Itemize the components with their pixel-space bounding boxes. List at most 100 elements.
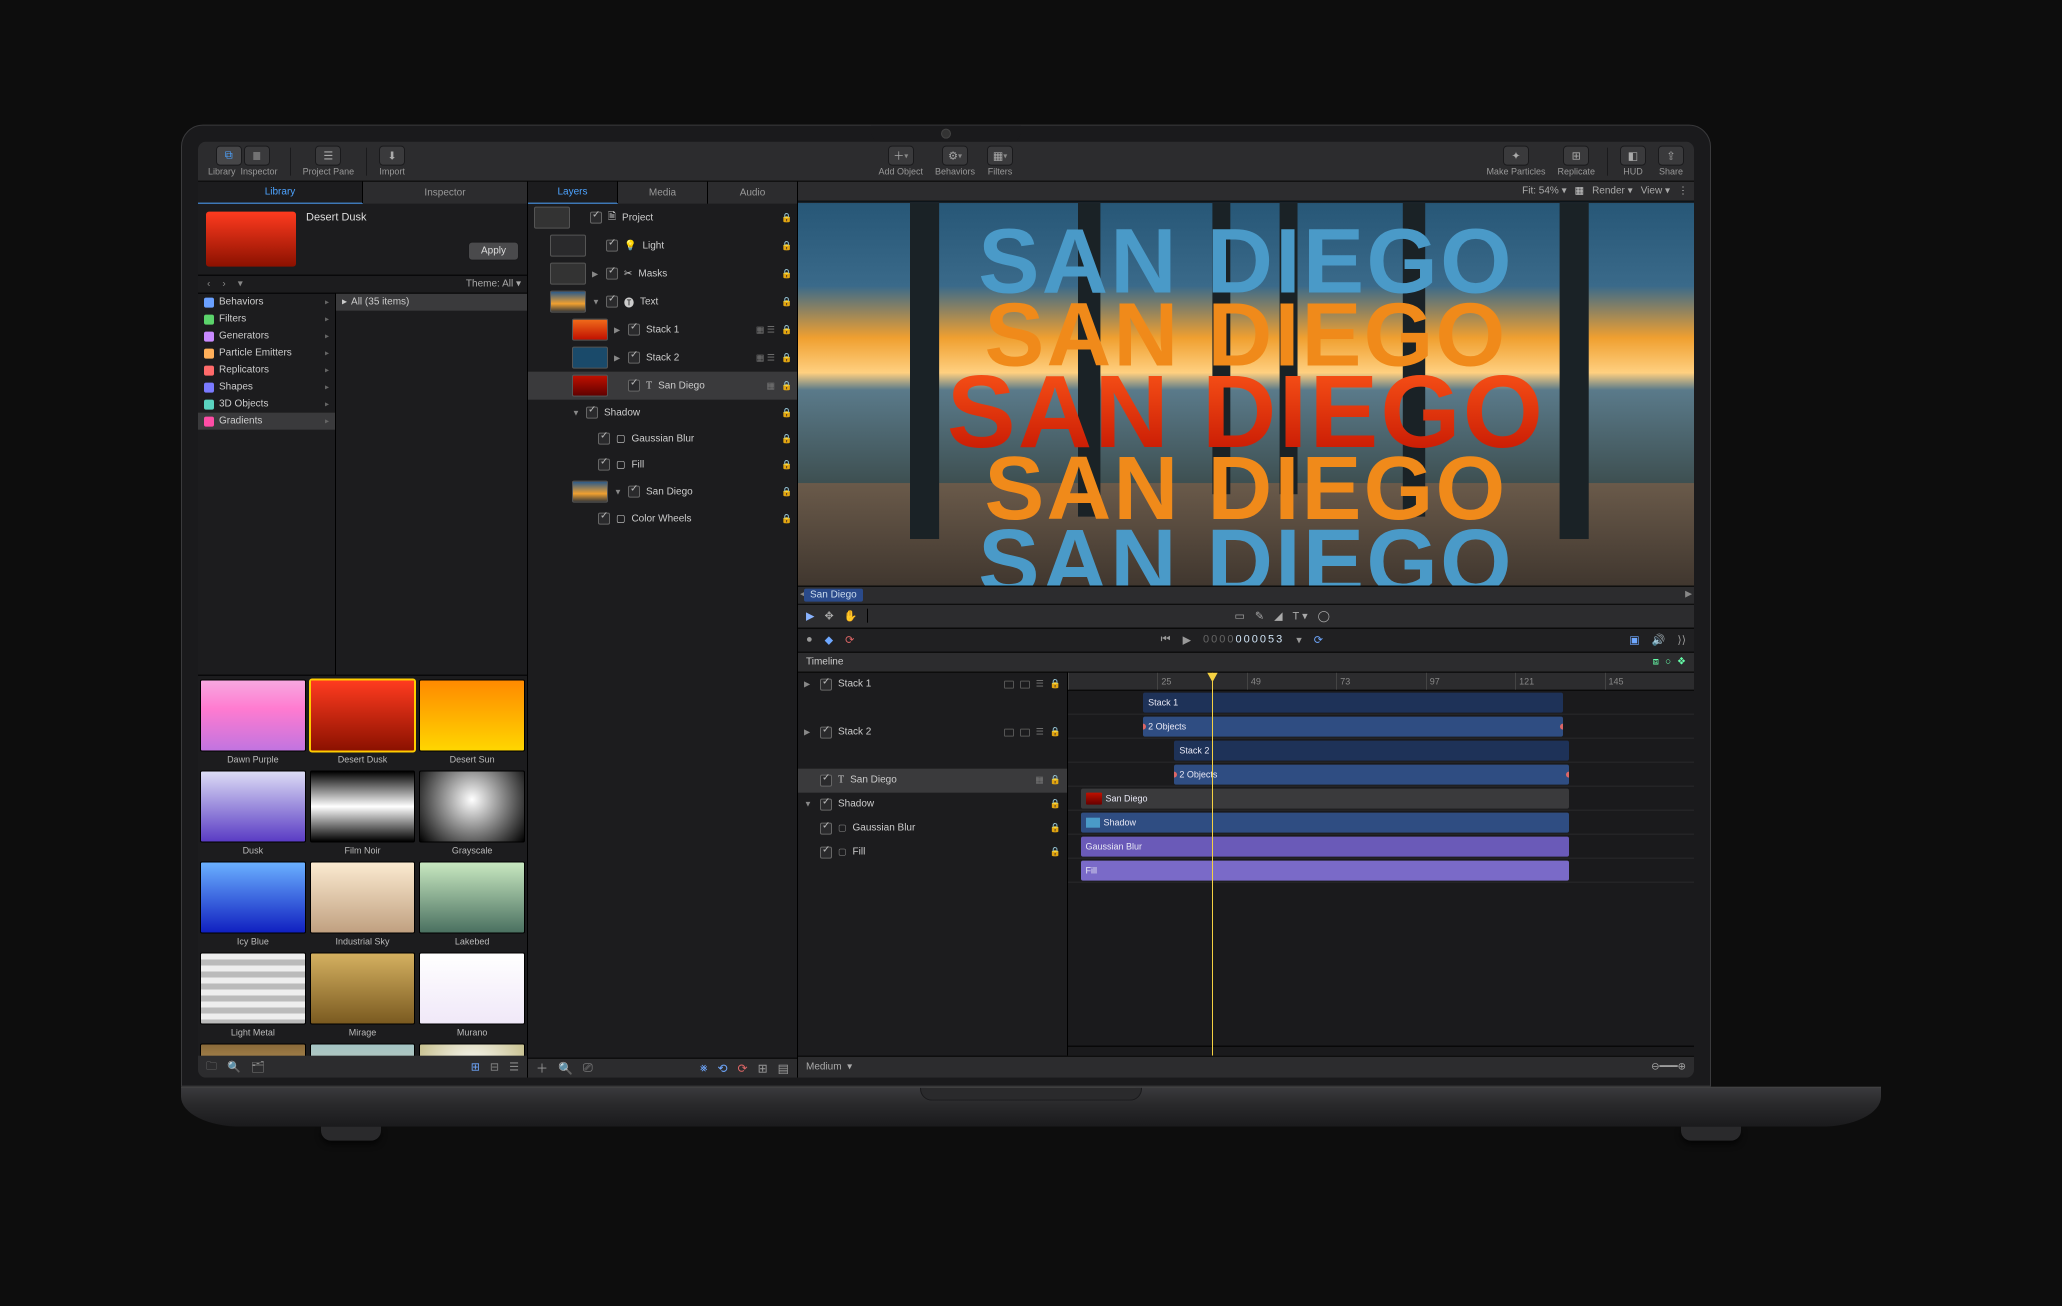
lock-icon[interactable]: 🔒 bbox=[781, 380, 791, 391]
tab-audio[interactable]: Audio bbox=[708, 182, 797, 204]
keyframe-icon[interactable]: ◆ bbox=[825, 633, 833, 646]
rect-tool-icon[interactable]: ▭ bbox=[1234, 609, 1244, 622]
visibility-checkbox[interactable] bbox=[628, 352, 640, 364]
track-visibility-checkbox[interactable] bbox=[820, 846, 832, 858]
swatch-icy-blue[interactable]: Icy Blue bbox=[198, 857, 308, 948]
stack-icon[interactable]: 🗂 bbox=[251, 1060, 265, 1073]
track-shadow[interactable]: ▼Shadow🔒 bbox=[798, 792, 1067, 816]
tl-snap-icon[interactable]: ❖ bbox=[1677, 656, 1686, 667]
category-gradients[interactable]: Gradients▸ bbox=[198, 413, 335, 430]
pan-tool-icon[interactable]: ✋ bbox=[844, 609, 858, 622]
lock-icon[interactable]: 🔒 bbox=[781, 513, 791, 524]
layer-row-stack-2[interactable]: ▶Stack 2▦ ☰🔒 bbox=[528, 344, 797, 372]
view-dropdown[interactable]: View ▾ bbox=[1641, 186, 1670, 197]
category-behaviors[interactable]: Behaviors▸ bbox=[198, 294, 335, 311]
track-visibility-checkbox[interactable] bbox=[820, 774, 832, 786]
clip-gaussian-blur[interactable]: Gaussian Blur bbox=[1081, 836, 1569, 856]
visibility-checkbox[interactable] bbox=[628, 380, 640, 392]
text-tool-icon[interactable]: T ▾ bbox=[1293, 609, 1308, 622]
category-filters[interactable]: Filters▸ bbox=[198, 311, 335, 328]
visibility-checkbox[interactable] bbox=[628, 324, 640, 336]
tab-library[interactable]: Library bbox=[198, 182, 363, 204]
tab-layers[interactable]: Layers bbox=[528, 182, 618, 204]
category-shapes[interactable]: Shapes▸ bbox=[198, 379, 335, 396]
timecode[interactable]: 0000000053 bbox=[1203, 634, 1284, 646]
visibility-checkbox[interactable] bbox=[598, 459, 610, 471]
hud-icon[interactable]: ▣ bbox=[1629, 633, 1639, 646]
visibility-checkbox[interactable] bbox=[606, 296, 618, 308]
tc-menu-icon[interactable]: ▾ bbox=[1296, 633, 1302, 646]
swatch-light-metal[interactable]: Light Metal bbox=[198, 948, 308, 1039]
lock-icon[interactable]: 🔒 bbox=[781, 268, 791, 279]
mask-tool-icon[interactable]: ◢ bbox=[1274, 609, 1282, 622]
add-object-button[interactable]: ＋ bbox=[888, 146, 914, 166]
clip-stack-2[interactable]: Stack 2 bbox=[1174, 740, 1568, 760]
make-particles-button[interactable]: ✦ bbox=[1503, 146, 1529, 166]
timeline-ruler[interactable]: 25497397121145 bbox=[1068, 672, 1694, 690]
hud-button[interactable]: ◧ bbox=[1620, 146, 1646, 166]
import-button[interactable]: ⬇ bbox=[379, 146, 405, 166]
tl-keyframes-icon[interactable]: ⧈ bbox=[1653, 656, 1659, 667]
pen-tool-icon[interactable]: ✎ bbox=[1255, 609, 1264, 622]
render-dropdown[interactable]: Render ▾ bbox=[1592, 186, 1633, 197]
clip-2-objects[interactable]: 2 Objects bbox=[1143, 716, 1562, 736]
inspector-toggle-button[interactable]: ≣ bbox=[244, 146, 270, 166]
swatch-murano[interactable]: Murano bbox=[417, 948, 527, 1039]
layer-row-masks[interactable]: ▶✂Masks🔒 bbox=[528, 260, 797, 288]
swatch-oak[interactable]: Oak bbox=[198, 1039, 308, 1056]
layers-filter-icon[interactable]: ⎚ bbox=[583, 1061, 593, 1076]
nav-path-icon[interactable]: ▾ bbox=[235, 279, 246, 290]
timeline-scrollbar[interactable] bbox=[1068, 1046, 1694, 1056]
layer-row-fill[interactable]: ▢Fill🔒 bbox=[528, 452, 797, 478]
goto-start-icon[interactable]: ⏮ bbox=[1161, 633, 1171, 646]
select-tool-icon[interactable]: ▶ bbox=[806, 609, 814, 622]
track-san-diego[interactable]: TSan Diego▦🔒 bbox=[798, 768, 1067, 792]
apply-button[interactable]: Apply bbox=[468, 242, 519, 261]
layer-row-san-diego[interactable]: ▼San Diego🔒 bbox=[528, 478, 797, 506]
shape-tool-icon[interactable]: ◯ bbox=[1318, 609, 1330, 622]
theme-dropdown[interactable]: Theme: All ▾ bbox=[466, 279, 521, 290]
audio-icon[interactable]: 🔊 bbox=[1652, 633, 1666, 646]
lock-icon[interactable]: 🔒 bbox=[781, 324, 791, 335]
new-folder-icon[interactable]: 🗀 bbox=[206, 1057, 217, 1076]
swatch-dawn-purple[interactable]: Dawn Purple bbox=[198, 675, 308, 766]
tl-markers-icon[interactable]: ○ bbox=[1665, 656, 1671, 667]
search-icon[interactable]: 🔍 bbox=[227, 1060, 241, 1073]
visibility-checkbox[interactable] bbox=[598, 433, 610, 445]
layer-row-text[interactable]: ▼🅣Text🔒 bbox=[528, 288, 797, 316]
clip-shadow[interactable]: Shadow bbox=[1081, 812, 1569, 832]
layers-fx-icon[interactable]: ⨳ bbox=[700, 1061, 707, 1076]
visibility-checkbox[interactable] bbox=[628, 486, 640, 498]
track-stack-2[interactable]: ▶Stack 2☰🔒 bbox=[798, 720, 1067, 744]
record-icon[interactable]: ● bbox=[806, 634, 813, 646]
layer-row-san-diego[interactable]: TSan Diego▦🔒 bbox=[528, 372, 797, 400]
loop-icon[interactable]: ⟳ bbox=[845, 633, 854, 646]
lock-icon[interactable]: 🔒 bbox=[781, 240, 791, 251]
track-visibility-checkbox[interactable] bbox=[820, 822, 832, 834]
library-toggle-button[interactable]: ⧉ bbox=[216, 146, 242, 166]
category-particle-emitters[interactable]: Particle Emitters▸ bbox=[198, 345, 335, 362]
track-visibility-checkbox[interactable] bbox=[820, 726, 832, 738]
lock-icon[interactable]: 🔒 bbox=[781, 296, 791, 307]
clip-2-objects[interactable]: 2 Objects bbox=[1174, 764, 1568, 784]
lock-icon[interactable]: 🔒 bbox=[781, 459, 791, 470]
replicate-button[interactable]: ⊞ bbox=[1563, 146, 1589, 166]
lock-icon[interactable]: 🔒 bbox=[781, 407, 791, 418]
anchor-tool-icon[interactable]: ✥ bbox=[824, 609, 833, 622]
canvas-more-icon[interactable]: ⋮ bbox=[1678, 186, 1688, 197]
sync-icon[interactable]: ⟳ bbox=[1314, 633, 1323, 646]
canvas-viewer[interactable]: SAN DIEGO SAN DIEGO SAN DIEGO SAN DIEGO … bbox=[798, 202, 1694, 586]
clip-san-diego[interactable]: San Diego bbox=[1081, 788, 1569, 808]
swatch-industrial-sky[interactable]: Industrial Sky bbox=[308, 857, 418, 948]
layers-view-icon[interactable]: ⊞ bbox=[758, 1061, 768, 1075]
project-pane-button[interactable]: ☰ bbox=[315, 146, 341, 166]
color-channel-icon[interactable]: ▦ bbox=[1575, 186, 1584, 197]
clip-fill[interactable]: Fill bbox=[1081, 860, 1569, 880]
track-stack-1[interactable]: ▶Stack 1☰🔒 bbox=[798, 672, 1067, 696]
play-icon[interactable]: ▶ bbox=[1183, 633, 1191, 646]
list-view-icon[interactable]: ☰ bbox=[509, 1060, 519, 1073]
layer-row-light[interactable]: 💡Light🔒 bbox=[528, 232, 797, 260]
lock-icon[interactable]: 🔒 bbox=[781, 212, 791, 223]
visibility-checkbox[interactable] bbox=[598, 513, 610, 525]
swatch-ocean-haze[interactable]: Ocean Haze bbox=[308, 1039, 418, 1056]
